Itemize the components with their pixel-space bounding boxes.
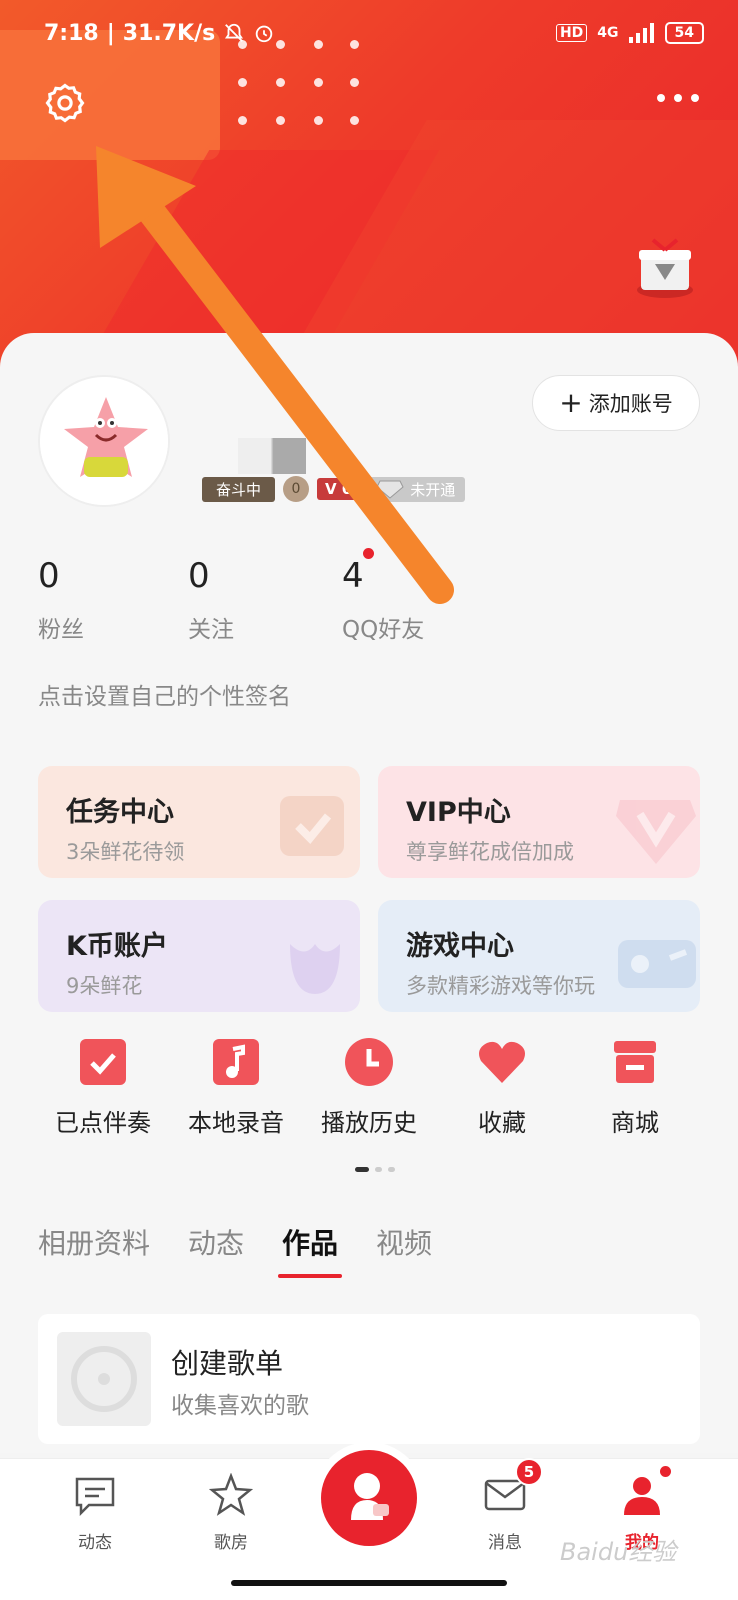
- vip-diamond-icon: [616, 800, 696, 864]
- playlist-subtitle: 收集喜欢的歌: [171, 1393, 309, 1419]
- notification-dot: [363, 548, 374, 559]
- tile-subtitle: 9朵鲜花: [66, 974, 143, 998]
- banner-dots: [238, 40, 378, 140]
- stat-value: 0: [38, 556, 60, 596]
- quick-action-label: 已点伴奏: [55, 1109, 151, 1137]
- shop-icon: [614, 1041, 656, 1083]
- mute-bell-icon: [225, 23, 244, 42]
- avatar[interactable]: [38, 375, 170, 507]
- nav-song-room[interactable]: 歌房: [181, 1472, 281, 1553]
- tile-subtitle: 多款精彩游戏等你玩: [406, 974, 595, 998]
- quick-action-label: 播放历史: [321, 1109, 417, 1137]
- tile-task-center[interactable]: 任务中心 3朵鲜花待领: [38, 766, 360, 878]
- record-button[interactable]: [321, 1450, 417, 1546]
- vip-badge[interactable]: V 0: [317, 478, 361, 500]
- clock-icon: [345, 1038, 393, 1086]
- nav-moments[interactable]: 动态: [45, 1473, 145, 1553]
- tile-title: VIP中心: [406, 797, 511, 828]
- quick-action-label: 本地录音: [188, 1109, 284, 1137]
- badge-row: 奋斗中 0 V 0 未开通: [202, 474, 466, 504]
- stat-value: 0: [188, 556, 210, 596]
- gear-icon[interactable]: [44, 82, 86, 124]
- alarm-icon: [256, 25, 273, 43]
- message-count-badge: 5: [515, 1458, 543, 1486]
- tab-videos[interactable]: 视频: [376, 1222, 432, 1262]
- calendar-icon: [280, 796, 344, 856]
- playlist-title: 创建歌单: [171, 1347, 284, 1380]
- tab-works[interactable]: 作品: [278, 1222, 343, 1278]
- hd-indicator: HD: [555, 24, 588, 42]
- banner-shape: [0, 30, 220, 160]
- signature-text[interactable]: 点击设置自己的个性签名: [38, 677, 291, 711]
- stat-value: 4: [342, 556, 364, 596]
- nav-messages[interactable]: 消息: [455, 1473, 555, 1553]
- stat-label: 关注: [188, 617, 234, 643]
- tile-subtitle: 尊享鲜花成倍加成: [406, 840, 574, 864]
- add-account-label: 添加账号: [588, 392, 673, 416]
- level-badge[interactable]: 奋斗中: [202, 476, 276, 502]
- stat-qq-friends[interactable]: 4 QQ好友: [342, 556, 424, 644]
- more-dots-icon[interactable]: [656, 82, 706, 112]
- add-account-button[interactable]: + 添加账号: [532, 375, 700, 431]
- signal-icon: [628, 23, 654, 43]
- nav-label: 动态: [78, 1533, 112, 1553]
- quick-action-requested-accompaniment[interactable]: 已点伴奏: [38, 1035, 168, 1138]
- quick-action-local-recordings[interactable]: 本地录音: [171, 1035, 301, 1138]
- quick-action-play-history[interactable]: 播放历史: [304, 1035, 434, 1138]
- gamepad-icon: [618, 940, 696, 988]
- tile-title: 游戏中心: [406, 931, 514, 962]
- tile-title: 任务中心: [66, 797, 174, 828]
- chat-icon: [75, 1477, 115, 1517]
- coin-badge[interactable]: 0: [283, 476, 310, 502]
- quick-action-shop[interactable]: 商城: [570, 1035, 700, 1138]
- plus-icon: +: [559, 386, 583, 419]
- check-square-icon: [80, 1039, 126, 1085]
- username-blurred: [238, 438, 306, 474]
- notification-dot: [660, 1466, 671, 1477]
- content-tabs: 相册资料 动态 作品 视频: [38, 1222, 432, 1278]
- status-bar: 7:18 | 31.7K/s HD 4G 54: [44, 18, 704, 48]
- stat-label: QQ好友: [342, 617, 425, 643]
- flower-icon: [290, 944, 340, 994]
- gift-icon[interactable]: [633, 238, 697, 302]
- quick-action-label: 商城: [611, 1109, 659, 1137]
- create-playlist-card[interactable]: 创建歌单 收集喜欢的歌: [38, 1314, 700, 1444]
- diamond-badge[interactable]: 未开通: [368, 476, 466, 502]
- quick-action-favorites[interactable]: 收藏: [437, 1035, 567, 1138]
- nav-label: 消息: [488, 1533, 522, 1553]
- stat-label: 粉丝: [38, 617, 84, 643]
- tab-album-info[interactable]: 相册资料: [38, 1222, 150, 1262]
- star-icon: [208, 1472, 254, 1516]
- tile-kcoin-account[interactable]: K币账户 9朵鲜花: [38, 900, 360, 1012]
- heart-icon: [479, 1041, 525, 1083]
- tile-subtitle: 3朵鲜花待领: [66, 840, 185, 864]
- battery-indicator: 54: [664, 22, 704, 44]
- nav-label: 歌房: [214, 1533, 248, 1553]
- home-indicator[interactable]: [231, 1580, 507, 1586]
- page-indicator: [355, 1167, 395, 1172]
- person-icon: [624, 1477, 660, 1515]
- diamond-badge-label: 未开通: [410, 480, 456, 499]
- tile-title: K币账户: [66, 931, 168, 962]
- quick-action-label: 收藏: [478, 1109, 526, 1137]
- stat-following[interactable]: 0 关注: [188, 556, 234, 644]
- stat-fans[interactable]: 0 粉丝: [38, 556, 84, 644]
- header-banner: [0, 0, 738, 390]
- tab-moments[interactable]: 动态: [188, 1222, 244, 1262]
- network-indicator: 4G: [597, 25, 619, 41]
- tile-vip-center[interactable]: VIP中心 尊享鲜花成倍加成: [378, 766, 700, 878]
- sing-icon: [351, 1473, 389, 1520]
- music-note-icon: [213, 1039, 259, 1085]
- diamond-icon: [376, 480, 404, 499]
- status-speed: 31.7K/s: [122, 20, 216, 46]
- disc-icon: [57, 1332, 151, 1426]
- status-time: 7:18: [44, 20, 99, 46]
- tile-game-center[interactable]: 游戏中心 多款精彩游戏等你玩: [378, 900, 700, 1012]
- watermark: Baidu经验: [560, 1538, 677, 1566]
